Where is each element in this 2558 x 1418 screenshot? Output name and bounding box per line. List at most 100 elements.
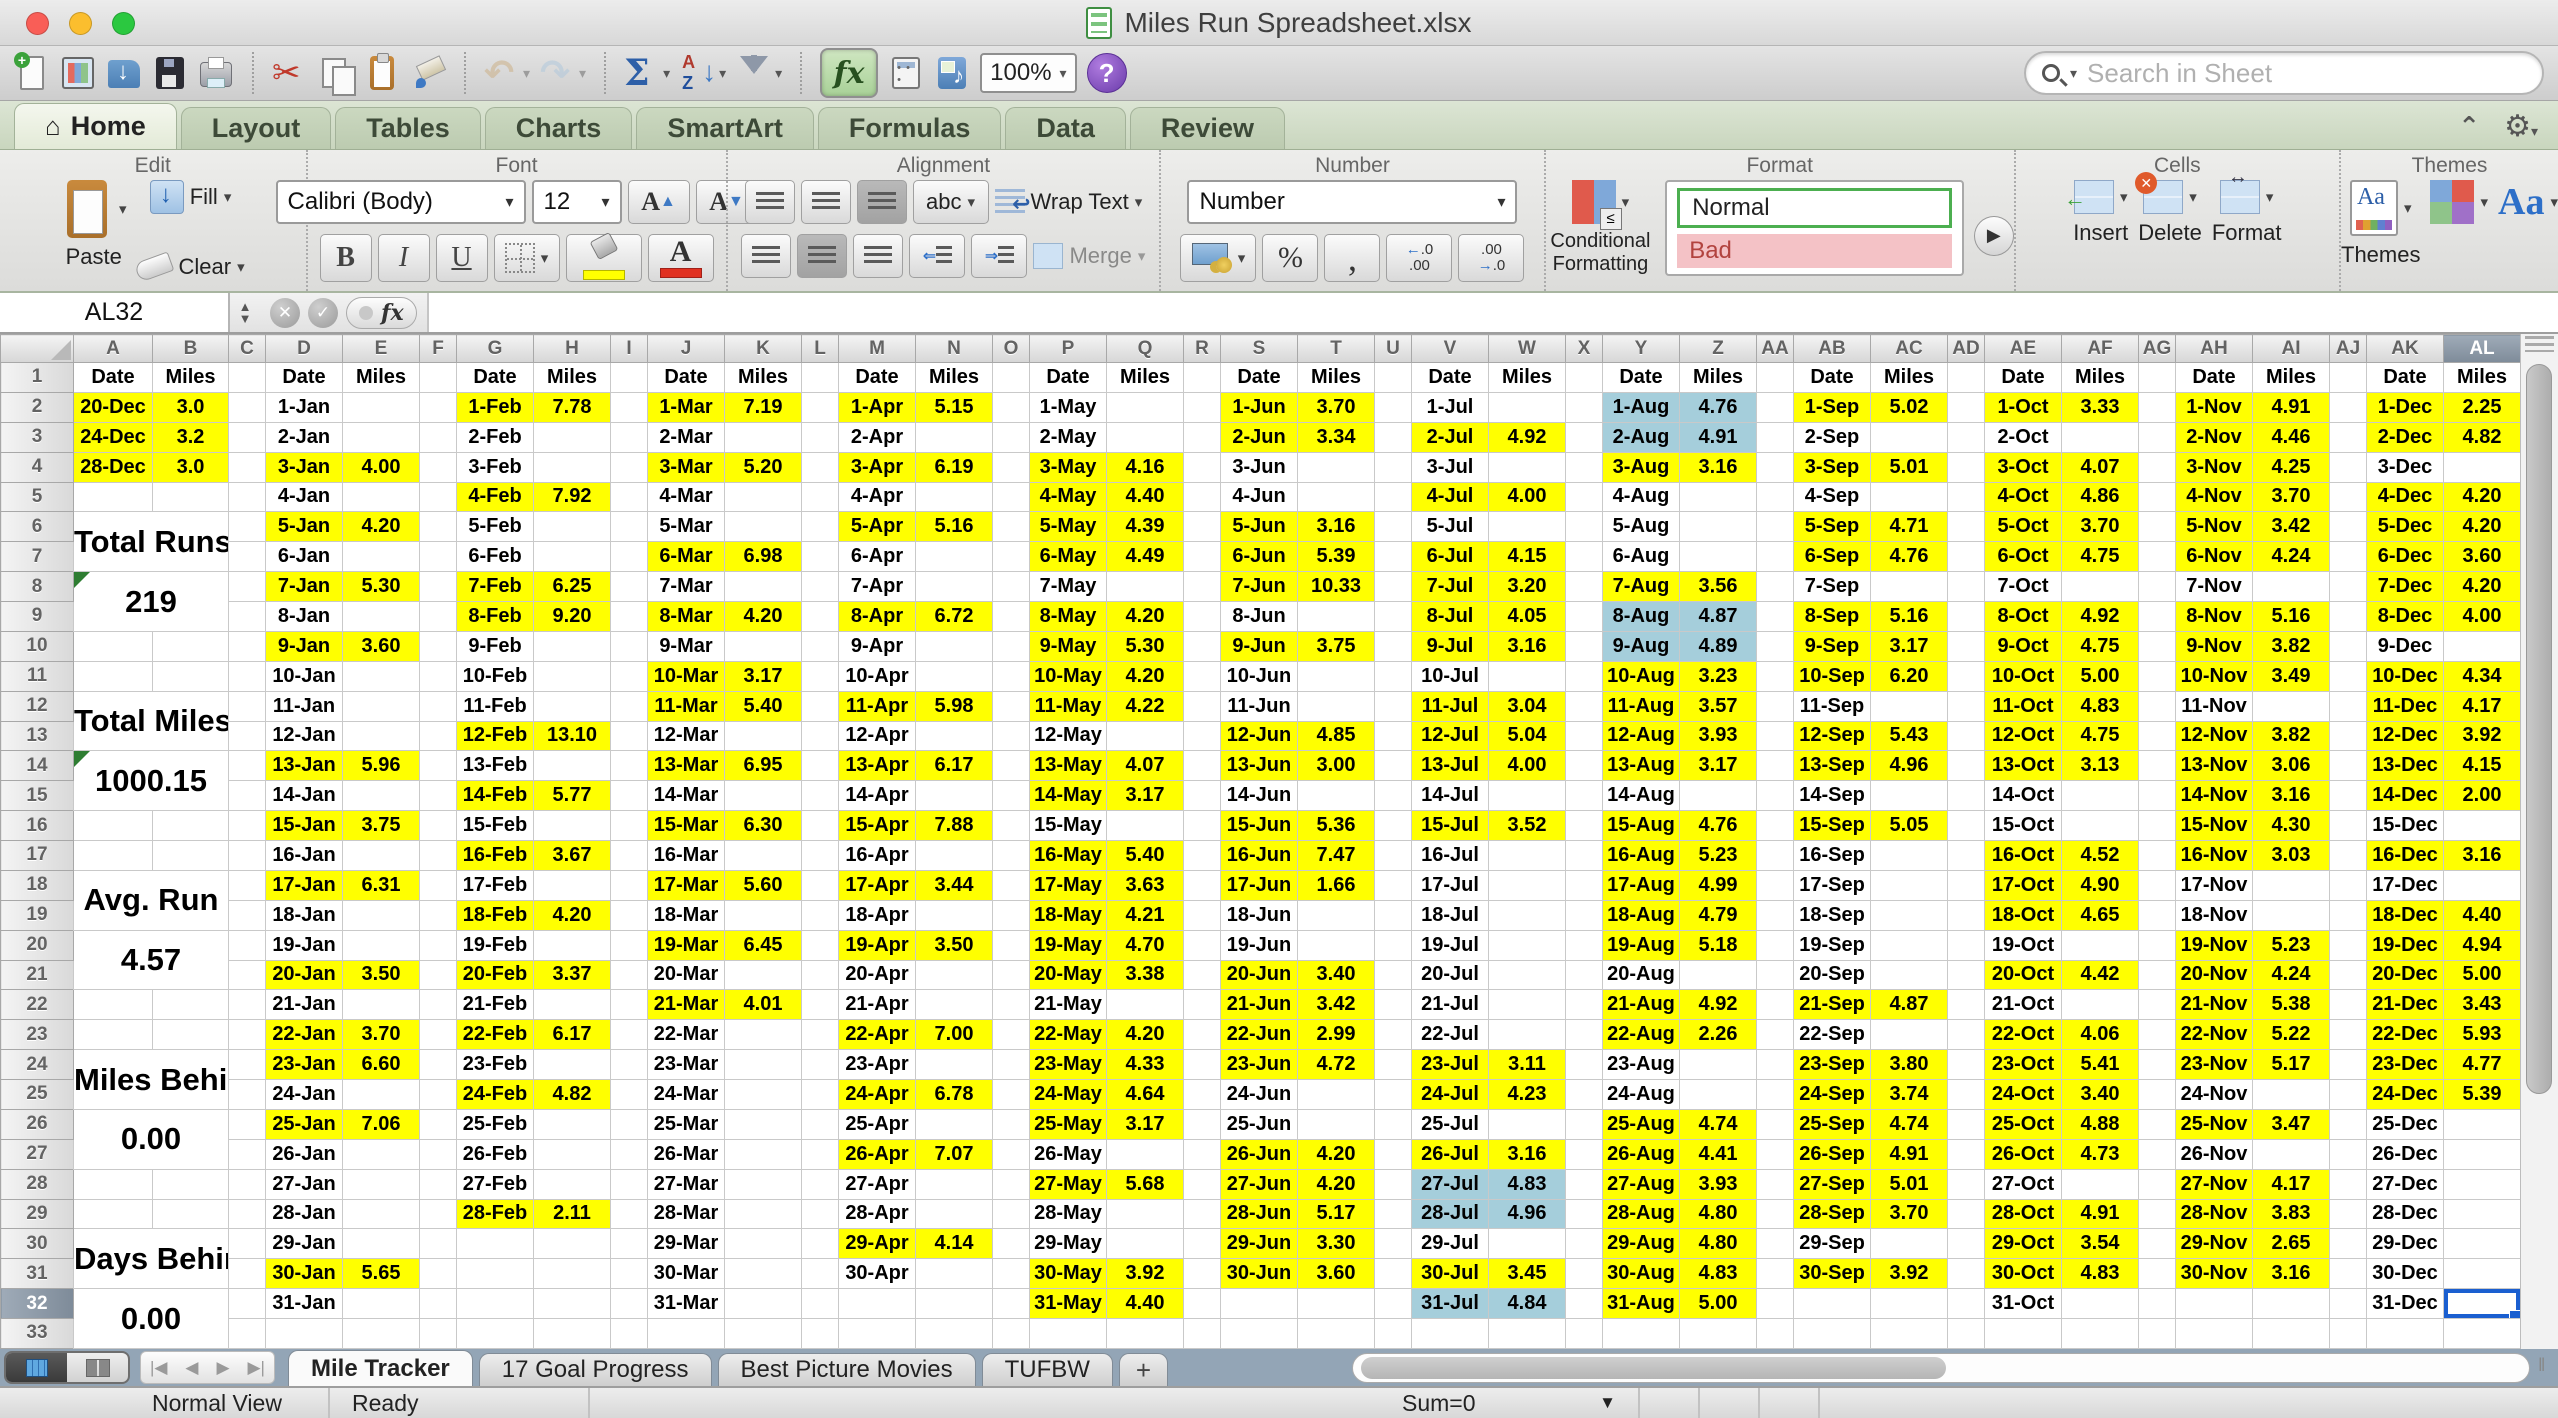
cell[interactable] (1184, 602, 1221, 632)
cell[interactable] (725, 1259, 802, 1289)
cell[interactable]: 6-Jul (1412, 542, 1489, 572)
cell[interactable]: 10-Jun (1221, 661, 1298, 691)
cell[interactable]: 28-Jan (266, 1199, 343, 1229)
cell[interactable]: 3.60 (2444, 542, 2521, 572)
cell[interactable] (1948, 1229, 1985, 1259)
cell[interactable]: 5-Sep (1794, 512, 1871, 542)
cell[interactable]: 13-Oct (1985, 751, 2062, 781)
cell[interactable]: 1-Jul (1412, 392, 1489, 422)
cell[interactable] (1184, 512, 1221, 542)
sum-indicator[interactable]: Sum=0▼ (1380, 1388, 1640, 1418)
cell[interactable]: 19-Jul (1412, 930, 1489, 960)
cell[interactable] (2139, 960, 2176, 990)
cell[interactable]: 4.17 (2253, 1169, 2330, 1199)
cell[interactable]: 4.89 (1680, 631, 1757, 661)
cell[interactable]: 5.17 (1298, 1199, 1375, 1229)
cell[interactable]: 26-May (1030, 1139, 1107, 1169)
cell[interactable]: 9-Sep (1794, 631, 1871, 661)
align-right-button[interactable] (853, 234, 903, 278)
cell[interactable] (1566, 452, 1603, 482)
cell[interactable]: 4.00 (343, 452, 420, 482)
column-header-Z[interactable]: Z (1680, 335, 1757, 363)
cell[interactable]: 19-Jan (266, 930, 343, 960)
cell[interactable]: 2.25 (2444, 392, 2521, 422)
cell[interactable]: 3-Jul (1412, 452, 1489, 482)
cell[interactable]: Date (1412, 363, 1489, 393)
cell[interactable] (2367, 1319, 2444, 1349)
cell[interactable]: 5.40 (725, 691, 802, 721)
cell[interactable] (802, 1199, 839, 1229)
row-header-1[interactable]: 1 (1, 363, 74, 393)
cell[interactable] (1757, 1169, 1794, 1199)
cell[interactable]: 4.88 (2062, 1109, 2139, 1139)
cell[interactable] (611, 960, 648, 990)
cell[interactable]: 27-Oct (1985, 1169, 2062, 1199)
cell[interactable] (1757, 1229, 1794, 1259)
cell[interactable] (611, 392, 648, 422)
cell[interactable]: 5-Jun (1221, 512, 1298, 542)
cell[interactable]: 18-Jul (1412, 900, 1489, 930)
cell[interactable]: 3.16 (1680, 452, 1757, 482)
cell[interactable]: 17-Oct (1985, 870, 2062, 900)
cell[interactable]: 4-Aug (1603, 482, 1680, 512)
cell[interactable] (153, 1169, 229, 1199)
row-header-10[interactable]: 10 (1, 631, 74, 661)
row-header-18[interactable]: 18 (1, 870, 74, 900)
cell[interactable] (343, 1080, 420, 1110)
cell[interactable] (343, 602, 420, 632)
cell[interactable] (725, 1199, 802, 1229)
cell[interactable]: 3.16 (2444, 841, 2521, 871)
cell[interactable]: 5.02 (1871, 392, 1948, 422)
cell[interactable]: 13-May (1030, 751, 1107, 781)
cell[interactable] (1375, 661, 1412, 691)
ribbon-tab-layout[interactable]: Layout (181, 107, 332, 149)
cell[interactable] (1566, 751, 1603, 781)
cell[interactable]: 4-Jul (1412, 482, 1489, 512)
cell[interactable]: 20-Jan (266, 960, 343, 990)
cell[interactable] (993, 512, 1030, 542)
cell[interactable] (802, 661, 839, 691)
cell[interactable] (611, 572, 648, 602)
cell[interactable] (2330, 572, 2367, 602)
cell[interactable]: 30-Jan (266, 1259, 343, 1289)
cell[interactable] (1948, 1020, 1985, 1050)
cell[interactable]: 26-Mar (648, 1139, 725, 1169)
cell[interactable]: 31-Dec (2367, 1289, 2444, 1319)
cell[interactable] (611, 1139, 648, 1169)
cell[interactable]: 7-Jul (1412, 572, 1489, 602)
cell[interactable]: 11-Aug (1603, 691, 1680, 721)
ribbon-tab-tables[interactable]: Tables (335, 107, 481, 149)
cell[interactable]: 29-Mar (648, 1229, 725, 1259)
accept-icon[interactable]: ✓ (308, 298, 338, 328)
cell[interactable] (2139, 482, 2176, 512)
cell[interactable] (1184, 661, 1221, 691)
row-header-22[interactable]: 22 (1, 990, 74, 1020)
cell[interactable] (1948, 781, 1985, 811)
cell[interactable]: 25-May (1030, 1109, 1107, 1139)
cell[interactable]: 28-Nov (2176, 1199, 2253, 1229)
undo-button[interactable]: ↶▾ (484, 54, 530, 92)
cell[interactable]: 20-Mar (648, 960, 725, 990)
column-header-Q[interactable]: Q (1107, 335, 1184, 363)
cell[interactable]: 31-Jan (266, 1289, 343, 1319)
cell[interactable] (993, 363, 1030, 393)
cell[interactable]: 3.03 (2253, 841, 2330, 871)
print-icon[interactable] (198, 54, 234, 92)
cell[interactable] (2139, 661, 2176, 691)
cell[interactable] (1184, 631, 1221, 661)
cell[interactable]: 14-Aug (1603, 781, 1680, 811)
cell[interactable]: 5.01 (1871, 1169, 1948, 1199)
cell[interactable] (266, 1319, 343, 1349)
cell[interactable] (1757, 721, 1794, 751)
cell[interactable] (2139, 721, 2176, 751)
cell[interactable] (2330, 930, 2367, 960)
column-header-AD[interactable]: AD (1948, 335, 1985, 363)
cell[interactable] (993, 1319, 1030, 1349)
cell[interactable]: 3.74 (1871, 1080, 1948, 1110)
cell[interactable] (420, 422, 457, 452)
cell[interactable] (229, 841, 266, 871)
formula-builder-button[interactable]: fx (820, 48, 878, 98)
cell[interactable] (2176, 1289, 2253, 1319)
cell[interactable] (1107, 1199, 1184, 1229)
cell[interactable] (1757, 631, 1794, 661)
